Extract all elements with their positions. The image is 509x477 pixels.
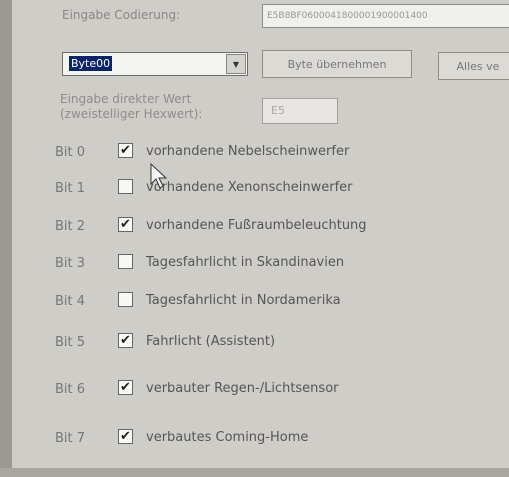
bit-checkbox[interactable]: ✔ (118, 429, 133, 444)
check-icon: ✔ (120, 429, 131, 444)
option-label[interactable]: vorhandene Fußraumbeleuchtung (146, 218, 367, 233)
bit-label: Bit 3 (55, 256, 86, 271)
option-label[interactable]: Fahrlicht (Assistent) (146, 334, 275, 349)
bit-row: Bit 6 ✔ verbauter Regen-/Lichtsensor (0, 377, 509, 401)
bit-checkbox[interactable]: ✔ (118, 380, 133, 395)
bit-checkbox[interactable] (118, 292, 133, 307)
bit-checkbox[interactable]: ✔ (118, 217, 133, 232)
encoding-field[interactable]: E5B8BF0600041800001900001400 (262, 4, 509, 28)
bit-row: Bit 7 ✔ verbautes Coming-Home (0, 426, 509, 450)
bit-checkbox[interactable] (118, 179, 133, 194)
option-label[interactable]: vorhandene Nebelscheinwerfer (146, 144, 349, 159)
option-label[interactable]: Tagesfahrlicht in Nordamerika (146, 293, 341, 308)
window-edge (0, 0, 12, 477)
encoding-label: Eingabe Codierung: (62, 8, 181, 22)
check-icon: ✔ (120, 217, 131, 232)
option-label[interactable]: vorhandene Xenonscheinwerfer (146, 180, 352, 195)
bit-label: Bit 4 (55, 294, 86, 309)
byte-select-value: Byte00 (69, 56, 113, 71)
option-label[interactable]: verbautes Coming-Home (146, 430, 308, 445)
bit-label: Bit 6 (55, 382, 86, 397)
bit-row: Bit 2 ✔ vorhandene Fußraumbeleuchtung (0, 214, 509, 238)
bit-checkbox[interactable] (118, 254, 133, 269)
byte-select[interactable]: Byte00 ▼ (62, 52, 248, 76)
chevron-down-icon[interactable]: ▼ (226, 54, 246, 74)
bit-label: Bit 0 (55, 145, 86, 160)
bit-checkbox[interactable]: ✔ (118, 143, 133, 158)
direct-value-label: Eingabe direkter Wert (zweistelliger Hex… (60, 92, 203, 121)
bit-label: Bit 2 (55, 219, 86, 234)
direct-value-field[interactable]: E5 (262, 98, 338, 124)
check-icon: ✔ (120, 143, 131, 158)
apply-all-button[interactable]: Alles ve (438, 52, 509, 80)
bit-checkbox[interactable]: ✔ (118, 333, 133, 348)
bit-row: Bit 3 Tagesfahrlicht in Skandinavien (0, 251, 509, 275)
bit-label: Bit 1 (55, 181, 86, 196)
mouse-pointer-icon (150, 163, 168, 189)
check-icon: ✔ (120, 380, 131, 395)
bit-row: Bit 1 vorhandene Xenonscheinwerfer (0, 176, 509, 200)
bit-label: Bit 7 (55, 431, 86, 446)
bit-row: Bit 5 ✔ Fahrlicht (Assistent) (0, 330, 509, 354)
option-label[interactable]: verbauter Regen-/Lichtsensor (146, 381, 339, 396)
bit-label: Bit 5 (55, 335, 86, 350)
bit-row: Bit 4 Tagesfahrlicht in Nordamerika (0, 289, 509, 313)
apply-byte-button[interactable]: Byte übernehmen (262, 50, 412, 78)
bit-row: Bit 0 ✔ vorhandene Nebelscheinwerfer (0, 140, 509, 164)
option-label[interactable]: Tagesfahrlicht in Skandinavien (146, 255, 344, 270)
check-icon: ✔ (120, 333, 131, 348)
window-bottom-edge (0, 468, 509, 477)
